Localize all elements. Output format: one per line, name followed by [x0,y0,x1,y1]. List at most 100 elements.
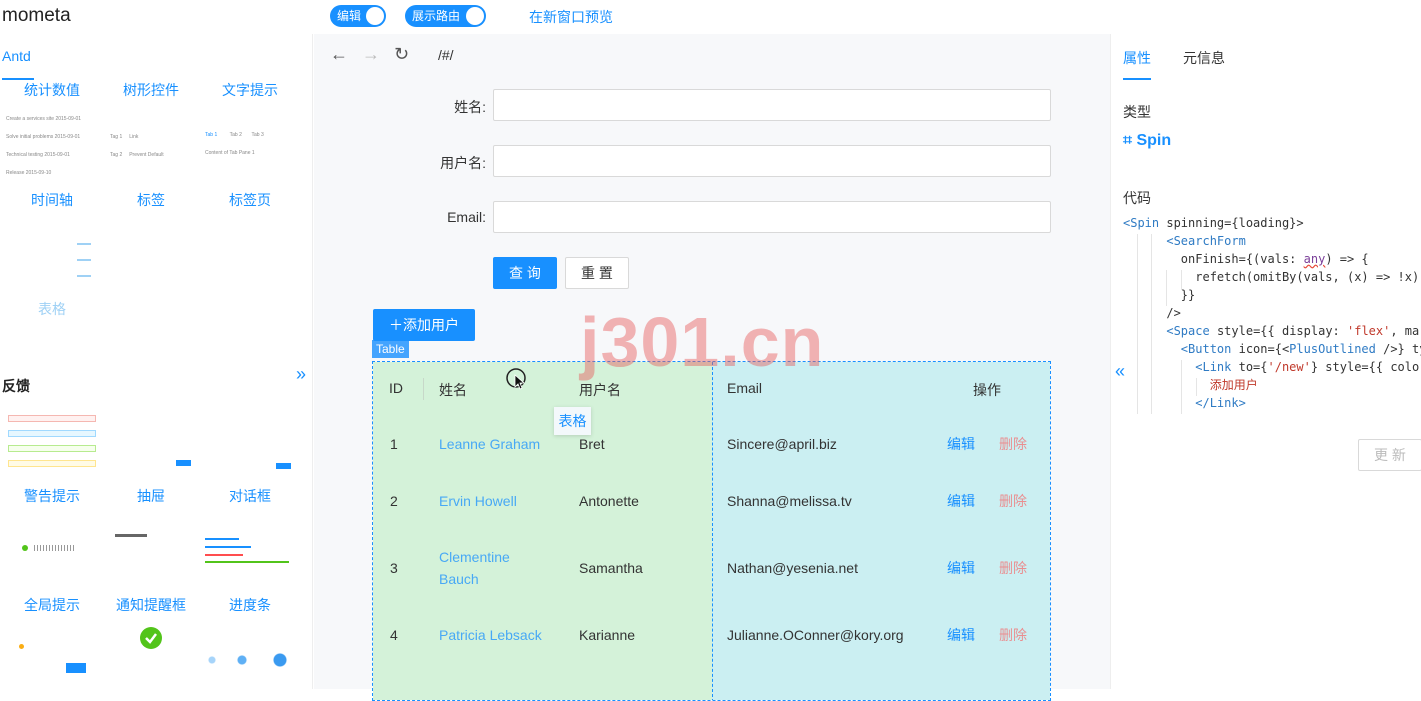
notification-thumb [115,534,147,537]
component-tooltip[interactable]: 文字提示 [200,80,300,100]
column-header-username: 用户名 [579,382,621,398]
cell-id: 1 [390,436,398,452]
thumb-text: Solve initial problems 2015-09-01 [6,134,81,140]
code-editor[interactable]: <Spin spinning={loading}> <SearchForm on… [1123,214,1421,412]
alert-thumb [8,460,96,467]
type-label: 类型 [1123,104,1151,120]
type-value: ⌗ Spin [1123,132,1172,149]
thumb-text: Link [129,134,139,140]
table-thumb-line [77,259,91,261]
column-header-name: 姓名 [439,382,467,398]
delete-link[interactable]: 删除 [999,624,1027,646]
expand-arrow-icon[interactable]: » [296,364,306,385]
cell-name-link[interactable]: Leanne Graham [439,433,540,455]
edit-link[interactable]: 编辑 [947,557,975,579]
delete-link[interactable]: 删除 [999,490,1027,512]
delete-link[interactable]: 删除 [999,557,1027,579]
cell-name-link[interactable]: Patricia Lebsack [439,624,542,646]
table-thumb-line [77,275,91,277]
component-table[interactable]: 表格 [2,299,102,319]
thumb-text: Tag 1 [110,134,123,140]
username-label: 用户名: [440,155,486,171]
tag-thumbnail: Tag 1 Link Tag 2 Prevent Default [110,134,164,158]
update-button[interactable]: 更 新 [1358,439,1421,471]
feedback-section-title: 反馈 [2,378,30,394]
query-button[interactable]: 查 询 [493,257,557,289]
cell-id: 3 [390,560,398,576]
alert-thumb [8,415,96,422]
success-check-icon [140,627,162,649]
component-timeline[interactable]: 时间轴 [2,190,102,210]
user-table[interactable]: ID 姓名 用户名 Email 操作 1 Leanne Graham Bret … [372,361,1051,701]
code-label: 代码 [1123,190,1151,206]
component-panel: Antd 统计数值 树形控件 文字提示 Create a services si… [0,34,313,689]
drag-ghost-table: 表格 [554,407,591,435]
thumb-text: Prevent Default [129,152,164,158]
tab-active-indicator [1123,78,1151,80]
column-header-actions: 操作 [973,382,1001,398]
tab-antd[interactable]: Antd [2,48,31,64]
thumb-text: Technical testing 2015-09-01 [6,152,70,158]
route-toggle[interactable]: 展示路由 [405,5,486,27]
message-thumb [34,545,76,551]
thumb-text: Tag 2 [110,152,123,158]
spin-thumb-dot [19,644,24,649]
edit-link[interactable]: 编辑 [947,624,975,646]
thumb-text: Tab 1 [205,132,218,138]
component-message[interactable]: 全局提示 [2,595,102,615]
column-separator [423,378,424,400]
mouse-cursor-icon [506,368,526,390]
delete-link[interactable]: 删除 [999,433,1027,455]
drawer-thumb [176,460,191,466]
edit-toggle[interactable]: 编辑 [330,5,386,27]
thumb-text: Tab 2 [229,132,242,138]
cell-name-link[interactable]: Ervin Howell [439,490,517,512]
forward-arrow-icon[interactable]: → [362,44,380,65]
route-toggle-label: 展示路由 [412,9,461,23]
component-drawer[interactable]: 抽屉 [101,486,201,506]
reset-button[interactable]: 重 置 [565,257,629,289]
progress-thumb [205,546,251,548]
thumb-text: Tab 3 [251,132,264,138]
tab-properties[interactable]: 属性 [1123,48,1151,68]
edit-link[interactable]: 编辑 [947,490,975,512]
timeline-thumbnail: Create a services site 2015-09-01 Solve … [6,116,81,176]
component-alert[interactable]: 警告提示 [2,486,102,506]
alert-thumb [8,430,96,437]
add-user-button[interactable]: ＋添加用户 [373,309,475,341]
cell-email: Nathan@yesenia.net [727,560,858,576]
column-header-email: Email [727,380,763,396]
cell-email: Sincere@april.biz [727,436,837,452]
component-notification[interactable]: 通知提醒框 [101,595,201,615]
back-arrow-icon[interactable]: ← [330,44,348,65]
name-input[interactable] [493,89,1051,121]
thumb-text: Create a services site 2015-09-01 [6,116,82,122]
table-thumb-line [77,243,91,245]
reload-icon[interactable]: ↻ [394,44,409,65]
cell-email: Julianne.OConner@kory.org [727,627,904,643]
cell-username: Samantha [579,560,643,576]
component-tree[interactable]: 树形控件 [101,80,201,100]
message-thumb-dot [22,545,28,551]
cell-email: Shanna@melissa.tv [727,493,852,509]
toggle-knob [466,7,484,25]
alert-thumb [8,445,96,452]
component-progress[interactable]: 进度条 [200,595,300,615]
component-tag[interactable]: 标签 [101,190,201,210]
route-path: /#/ [438,47,454,63]
app-logo: mometa [2,5,71,26]
cell-id: 4 [390,627,398,643]
top-bar: mometa 编辑 展示路由 在新窗口预览 [0,0,1421,34]
edit-link[interactable]: 编辑 [947,433,975,455]
component-statistic[interactable]: 统计数值 [2,80,102,100]
email-input[interactable] [493,201,1051,233]
component-modal[interactable]: 对话框 [200,486,300,506]
tab-meta-info[interactable]: 元信息 [1183,48,1225,68]
preview-in-new-window-link[interactable]: 在新窗口预览 [529,7,613,27]
toggle-knob [366,7,384,25]
cell-name-link[interactable]: Clementine Bauch [439,546,529,590]
username-input[interactable] [493,145,1051,177]
email-label: Email: [447,209,486,225]
collapse-arrow-icon[interactable]: « [1115,361,1125,382]
component-tabs[interactable]: 标签页 [200,190,300,210]
